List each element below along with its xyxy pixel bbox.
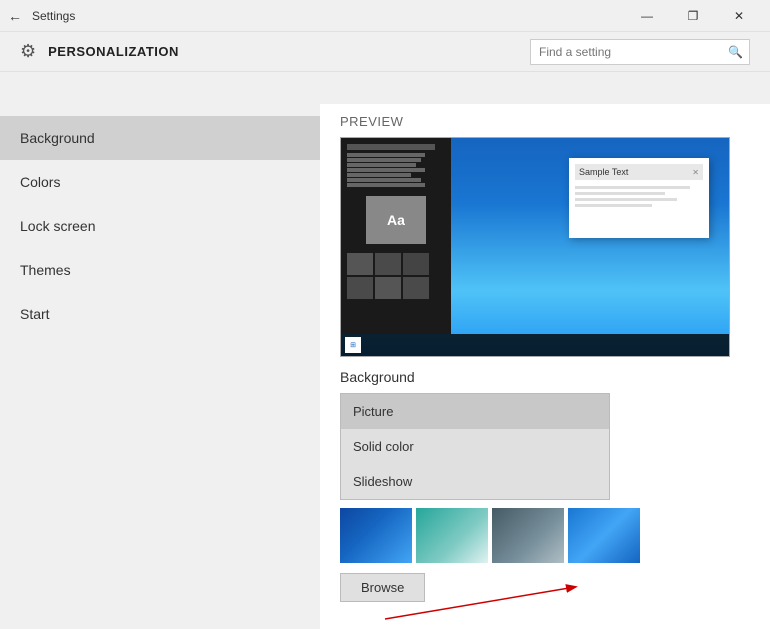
thumbnail-4[interactable] <box>568 508 640 563</box>
app-title: PERSONALIZATION <box>48 44 179 59</box>
app-header: ⚙ PERSONALIZATION 🔍 <box>0 32 770 72</box>
title-bar-left: ← Settings <box>8 8 75 24</box>
preview-popup: Sample Text ✕ <box>569 158 709 238</box>
preview-desktop: Aa Sample Text <box>341 138 729 356</box>
maximize-button[interactable]: ❐ <box>670 0 716 32</box>
search-icon: 🔍 <box>722 45 749 59</box>
back-icon[interactable]: ← <box>8 8 22 24</box>
content-area: Preview <box>320 104 770 629</box>
sidebar-item-background[interactable]: Background <box>0 116 320 160</box>
preview-aa-box: Aa <box>366 196 426 244</box>
preview-label: Preview <box>340 114 750 129</box>
thumbnail-3[interactable] <box>492 508 564 563</box>
sidebar-item-lock-screen[interactable]: Lock screen <box>0 204 320 248</box>
sidebar-item-themes[interactable]: Themes <box>0 248 320 292</box>
search-input[interactable] <box>531 45 722 59</box>
sidebar-item-start[interactable]: Start <box>0 292 320 336</box>
minimize-button[interactable]: — <box>624 0 670 32</box>
sidebar-item-colors[interactable]: Colors <box>0 160 320 204</box>
sidebar: Background Colors Lock screen Themes Sta… <box>0 104 320 629</box>
preview-taskbar: ⊞ <box>341 334 729 356</box>
browse-button[interactable]: Browse <box>340 573 425 602</box>
thumbnail-1[interactable] <box>340 508 412 563</box>
title-bar: ← Settings — ❐ ✕ <box>0 0 770 32</box>
search-box[interactable]: 🔍 <box>530 39 750 65</box>
background-section: Background Picture Solid color Slideshow <box>340 369 750 500</box>
gear-icon: ⚙ <box>20 41 36 62</box>
dropdown-option-slideshow[interactable]: Slideshow <box>341 464 609 499</box>
nav-list: Background Colors Lock screen Themes Sta… <box>0 116 320 336</box>
background-label: Background <box>340 369 750 385</box>
preview-start-button: ⊞ <box>345 337 361 353</box>
dropdown-option-picture[interactable]: Picture <box>341 394 609 429</box>
title-bar-title: Settings <box>32 9 75 23</box>
close-button[interactable]: ✕ <box>716 0 762 32</box>
preview-panel: Aa <box>341 138 451 334</box>
background-dropdown[interactable]: Picture Solid color Slideshow <box>340 393 610 500</box>
title-bar-controls: — ❐ ✕ <box>624 0 762 32</box>
sample-text-label: Sample Text <box>579 167 692 177</box>
thumbnail-2[interactable] <box>416 508 488 563</box>
preview-window: Aa Sample Text <box>340 137 730 357</box>
thumbnails-row <box>340 508 650 563</box>
dropdown-option-solid-color[interactable]: Solid color <box>341 429 609 464</box>
main-layout: Background Colors Lock screen Themes Sta… <box>0 104 770 629</box>
